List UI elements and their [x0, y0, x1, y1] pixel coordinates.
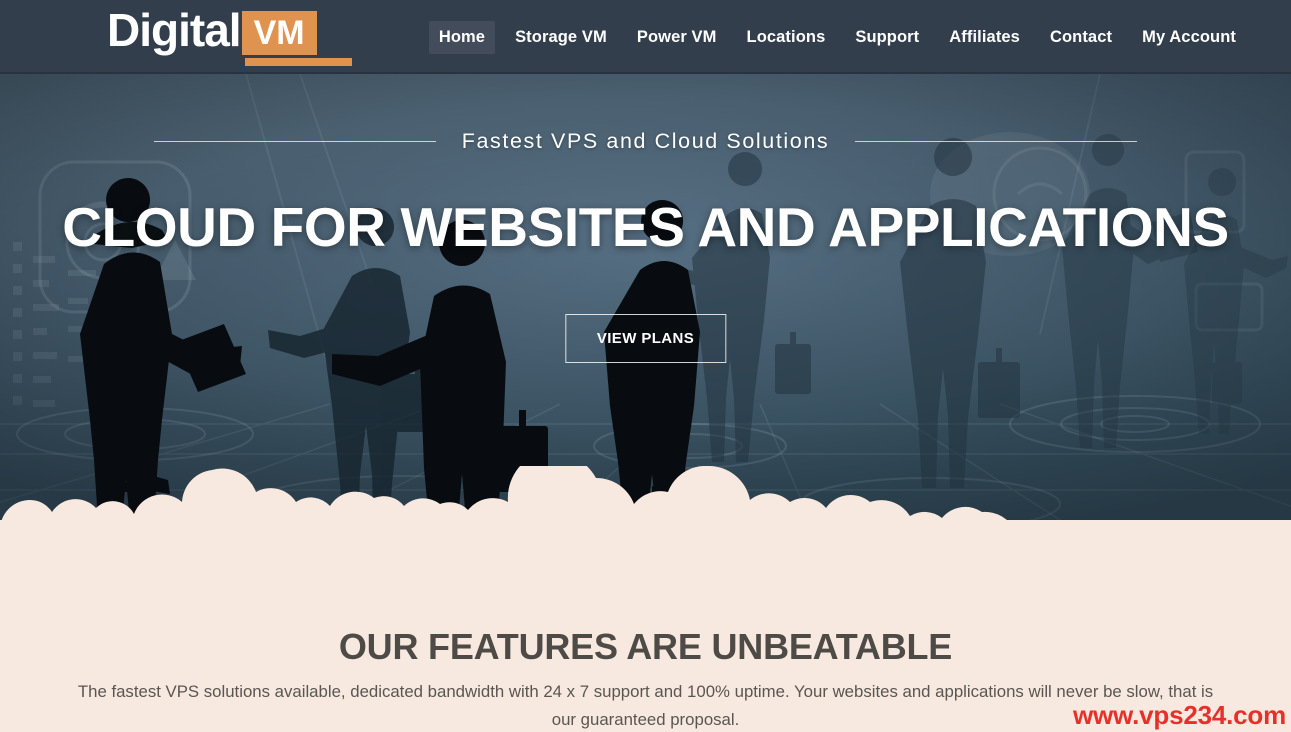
tagline-rule-right [855, 141, 1138, 142]
nav-item-locations[interactable]: Locations [737, 21, 836, 54]
features-description: The fastest VPS solutions available, ded… [77, 682, 1214, 729]
hero-content: Fastest VPS and Cloud Solutions CLOUD FO… [0, 74, 1291, 520]
nav-item-contact[interactable]: Contact [1040, 21, 1122, 54]
site-header: Digital VM Home Storage VM Power VM Loca… [0, 0, 1291, 74]
hero-tagline-row: Fastest VPS and Cloud Solutions [0, 129, 1291, 154]
site-watermark: www.vps234.com [1073, 700, 1286, 730]
hero-tagline: Fastest VPS and Cloud Solutions [461, 129, 830, 153]
logo-accent-bar [244, 58, 352, 66]
logo-wordmark: Digital [107, 4, 242, 56]
logo-badge-wrap: VM [241, 4, 352, 66]
tagline-rule-left [153, 141, 436, 142]
nav-item-home[interactable]: Home [428, 20, 496, 54]
nav-item-affiliates[interactable]: Affiliates [939, 21, 1030, 54]
nav-item-storage-vm[interactable]: Storage VM [505, 21, 617, 54]
hero-banner: Fastest VPS and Cloud Solutions CLOUD FO… [0, 74, 1291, 520]
nav-item-my-account[interactable]: My Account [1132, 21, 1246, 54]
logo-badge-vm: VM [241, 11, 317, 55]
site-logo[interactable]: Digital VM [107, 4, 352, 66]
nav-item-support[interactable]: Support [845, 21, 929, 54]
features-title: OUR FEATURES ARE UNBEATABLE [338, 626, 953, 667]
hero-title: CLOUD FOR WEBSITES AND APPLICATIONS [62, 196, 1229, 258]
view-plans-button[interactable]: VIEW PLANS [564, 314, 727, 363]
main-navigation: Home Storage VM Power VM Locations Suppo… [424, 0, 1251, 74]
nav-item-power-vm[interactable]: Power VM [627, 21, 727, 54]
page-root: Digital VM Home Storage VM Power VM Loca… [0, 0, 1291, 732]
